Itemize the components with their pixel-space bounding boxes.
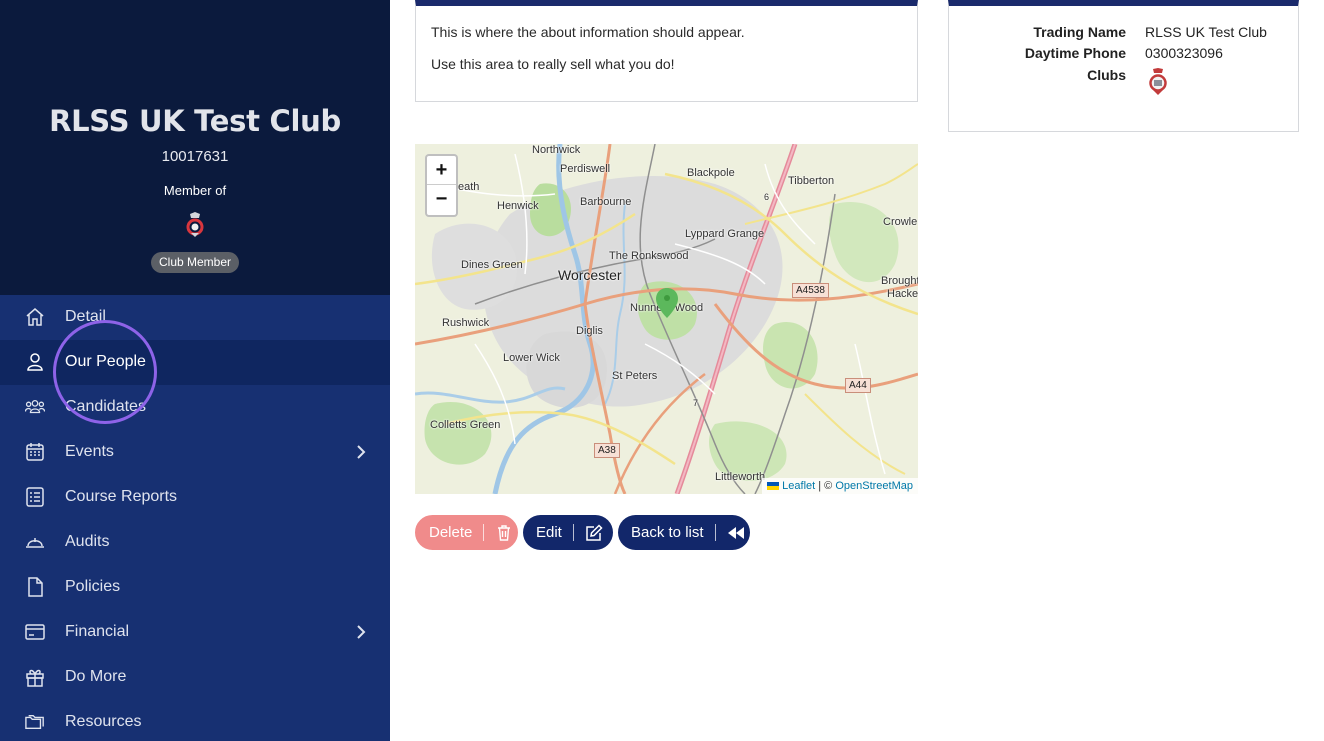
rlss-crest-icon	[186, 212, 204, 237]
back-to-list-button[interactable]: Back to list	[618, 515, 750, 550]
map-place-label: eath	[458, 181, 480, 193]
map-place-label: Rushwick	[442, 317, 490, 329]
trading-name-label: Trading Name	[1033, 24, 1126, 40]
map-place-label: Perdiswell	[560, 163, 611, 175]
club-number: 10017631	[161, 148, 229, 165]
location-pin-icon[interactable]	[655, 287, 679, 319]
sidebar-item-our-people[interactable]: Our People	[0, 339, 390, 385]
delete-button[interactable]: Delete	[415, 515, 518, 550]
sidebar-item-label: Policies	[65, 577, 121, 595]
daytime-phone-value: 0300323096	[1145, 45, 1223, 61]
hardhat-icon	[26, 538, 44, 548]
rewind-icon	[727, 526, 744, 539]
sidebar-item-detail[interactable]: Detail	[0, 295, 390, 340]
sidebar-item-label: Resources	[65, 712, 142, 730]
sidebar-item-resources[interactable]: Resources	[0, 699, 390, 741]
sidebar-item-label: Detail	[65, 308, 106, 326]
sidebar-item-label: Candidates	[65, 398, 146, 416]
sidebar-item-label: Do More	[65, 667, 127, 685]
road-label: A44	[845, 378, 871, 393]
member-of-label: Member of	[163, 183, 227, 198]
sidebar-item-label: Our People	[65, 353, 146, 371]
sidebar-item-financial[interactable]: Financial	[0, 609, 390, 654]
sidebar-item-events[interactable]: Events	[0, 430, 390, 475]
sidebar-item-label: Events	[65, 443, 114, 461]
clubs-label: Clubs	[1087, 67, 1126, 83]
edit-icon	[586, 523, 603, 541]
ukraine-flag-icon	[767, 482, 780, 491]
button-divider	[483, 524, 485, 541]
button-divider	[714, 524, 716, 541]
document-icon	[28, 577, 43, 597]
map-place-label: Crowle	[883, 216, 918, 228]
map-place-label: Tibberton	[788, 175, 835, 187]
map-place-label: Littleworth	[715, 471, 766, 483]
button-divider	[572, 524, 574, 541]
about-text-line: This is where the about information shou…	[431, 24, 745, 40]
checklist-icon	[26, 487, 44, 507]
club-name: RLSS UK Test Club	[49, 104, 341, 138]
map-place-label: The Ronkswood	[609, 250, 689, 262]
club-info-card: Trading Name RLSS UK Test Club Daytime P…	[948, 0, 1299, 132]
calendar-icon	[26, 443, 44, 461]
sidebar-item-label: Financial	[65, 622, 130, 640]
chevron-right-icon	[357, 445, 366, 459]
attribution-separator: | ©	[815, 480, 836, 492]
road-label: A38	[594, 443, 620, 458]
map-place-label: Diglis	[576, 325, 603, 337]
sidebar-item-label: Audits	[65, 533, 110, 550]
map-place-label: Henwick	[497, 200, 539, 212]
map-place-label: Worcester	[558, 267, 622, 283]
map-place-label: Blackpole	[687, 167, 735, 179]
about-card: This is where the about information shou…	[415, 0, 918, 102]
back-button-label: Back to list	[631, 524, 704, 541]
daytime-phone-label: Daytime Phone	[1024, 45, 1126, 61]
zoom-out-button[interactable]: −	[427, 185, 456, 214]
map-tiles	[415, 144, 918, 494]
sidebar-item-do-more[interactable]: Do More	[0, 654, 390, 699]
map-place-label: Lyppard Grange	[685, 228, 765, 240]
motorway-junction-label: 6	[764, 192, 770, 202]
map-place-label: St Peters	[612, 370, 658, 382]
sidebar: RLSS UK Test Club 10017631 Member of Clu…	[0, 0, 390, 741]
leaflet-link[interactable]: Leaflet	[782, 480, 815, 492]
home-icon	[26, 308, 44, 327]
person-icon	[27, 353, 43, 372]
road-label: A4538	[792, 283, 829, 298]
location-map[interactable]: Northwick Perdiswell Blackpole Tibberton…	[415, 144, 918, 494]
map-place-label: Lower Wick	[503, 352, 560, 364]
trash-icon	[498, 524, 511, 541]
map-attribution: Leaflet | © OpenStreetMap	[762, 478, 918, 494]
gift-icon	[26, 669, 44, 687]
credit-card-icon	[25, 624, 45, 640]
profile-header: RLSS UK Test Club 10017631 Member of Clu…	[0, 0, 390, 295]
club-member-badge: Club Member	[151, 252, 239, 273]
sidebar-item-policies[interactable]: Policies	[0, 564, 390, 609]
map-place-label: Barbourne	[580, 196, 632, 208]
club-crest-icon[interactable]	[1147, 68, 1169, 96]
about-text-line: Use this area to really sell what you do…	[431, 56, 675, 72]
map-place-label: Brought	[881, 275, 918, 287]
motorway-junction-label: 7	[693, 398, 699, 408]
map-place-label: Colletts Green	[430, 419, 501, 431]
trading-name-value: RLSS UK Test Club	[1145, 24, 1267, 40]
group-icon	[25, 400, 45, 414]
edit-button[interactable]: Edit	[523, 515, 613, 550]
edit-button-label: Edit	[536, 524, 562, 541]
openstreetmap-link[interactable]: OpenStreetMap	[835, 480, 913, 492]
folder-icon	[25, 714, 44, 729]
map-place-label: Dines Green	[461, 259, 523, 271]
sidebar-item-label: Course Reports	[65, 488, 178, 506]
map-place-label: Northwick	[532, 144, 581, 156]
chevron-right-icon	[357, 625, 366, 639]
delete-button-label: Delete	[429, 524, 473, 541]
sidebar-nav: Detail Our People Candidates Events Cour…	[0, 295, 390, 741]
zoom-in-button[interactable]: +	[427, 156, 456, 185]
sidebar-item-course-reports[interactable]: Course Reports	[0, 475, 390, 520]
map-zoom-control: + −	[425, 154, 458, 217]
sidebar-item-candidates[interactable]: Candidates	[0, 385, 390, 430]
sidebar-item-audits[interactable]: Audits	[0, 520, 390, 565]
map-place-label: Hacke	[887, 288, 918, 300]
